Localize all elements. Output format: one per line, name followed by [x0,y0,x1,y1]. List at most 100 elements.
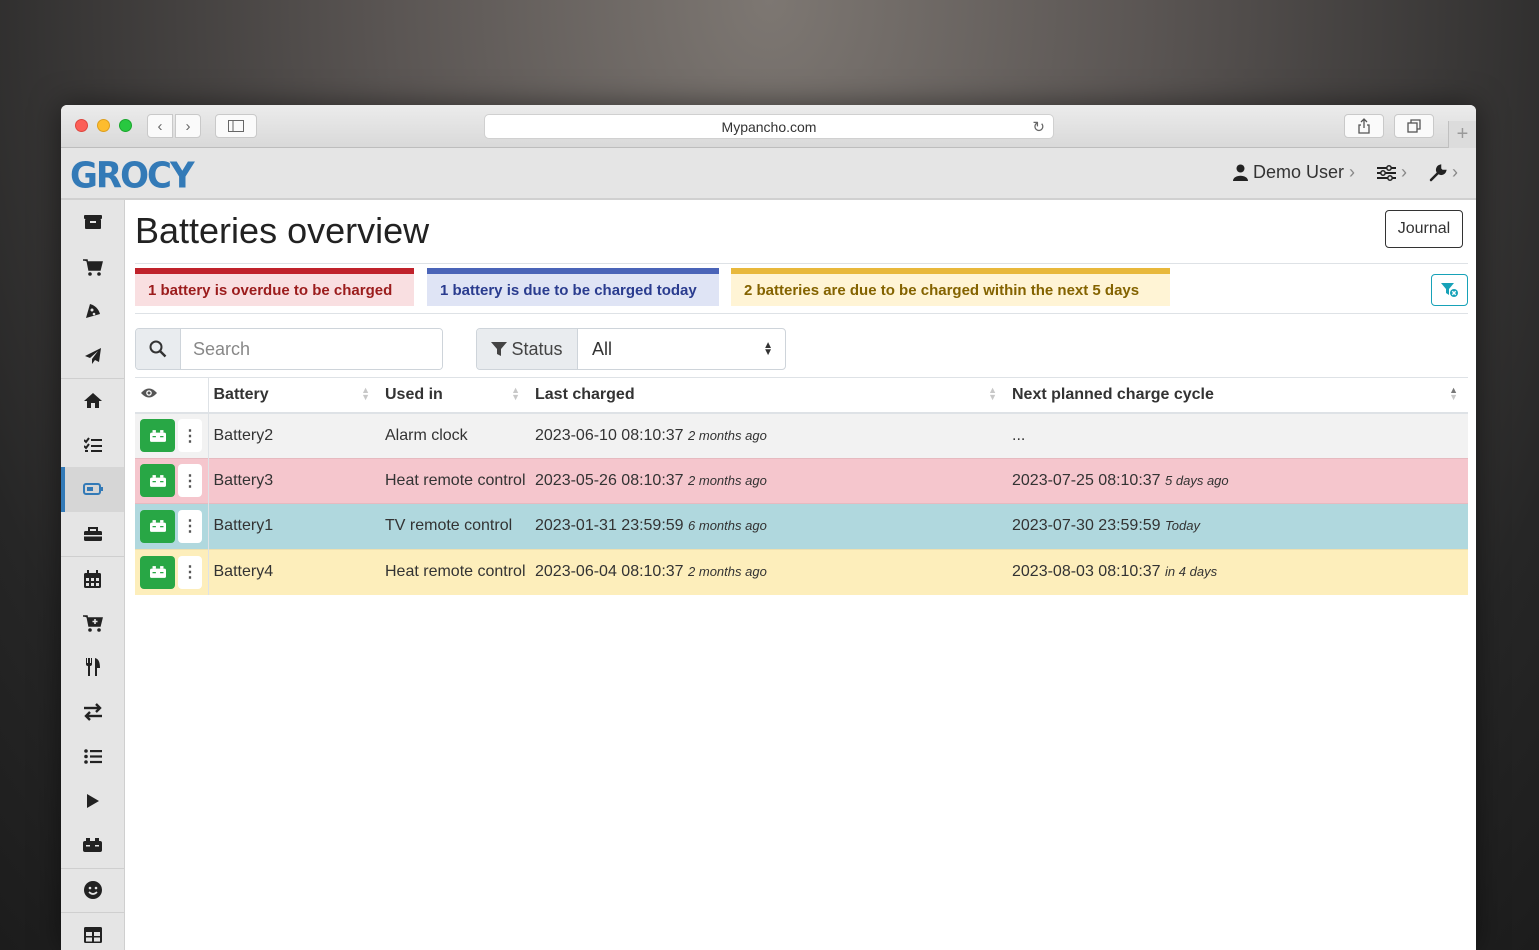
nav-chore-tracking[interactable] [61,779,124,824]
nav-shopping-list[interactable] [61,245,124,290]
table-row[interactable]: ⋮ Battery1 TV remote control 2023-01-31 … [135,503,1468,549]
row-menu-button[interactable]: ⋮ [178,464,202,498]
track-charge-button[interactable] [140,509,175,543]
header-divider [135,263,1468,264]
tools-menu[interactable]: › [1429,162,1458,183]
chevron-right-icon: › [1349,162,1355,182]
track-charge-button[interactable] [140,464,175,498]
smile-icon [83,881,102,900]
user-name: Demo User [1252,162,1344,182]
used-in: Heat remote control [380,548,530,595]
cart-plus-icon [82,615,103,632]
overdue-alert[interactable]: 1 battery is overdue to be charged [135,268,414,306]
status-value: All [592,338,613,359]
relative-time: in 4 days [1165,564,1218,579]
show-tabs-button[interactable] [1394,114,1434,138]
chevron-right-icon: › [185,117,191,135]
sort-icon: ▲ ▼ [361,385,370,402]
car-battery-icon [149,566,166,578]
journal-button[interactable]: Journal [1385,210,1463,248]
address-bar[interactable]: Mypancho.com ↻ [484,114,1054,139]
battery-name: Battery1 [207,503,380,549]
nav-master-data[interactable] [61,912,124,950]
row-menu-button[interactable]: ⋮ [178,555,202,589]
back-button[interactable]: ‹ [147,114,173,138]
column-visibility-header[interactable] [135,377,208,414]
car-battery-icon [149,429,166,442]
next-cycle-column-header[interactable]: Next planned charge cycle ▲ ▼ [1007,377,1468,414]
nav-stock-overview[interactable] [61,200,124,245]
zoom-window-button[interactable] [119,119,132,132]
minimize-window-button[interactable] [97,119,110,132]
track-charge-button[interactable] [140,555,175,589]
last-charged: 2023-01-31 23:59:59 6 months ago [530,503,1007,549]
table-row[interactable]: ⋮ Battery3 Heat remote control 2023-05-2… [135,457,1468,504]
nav-battery-tracking[interactable] [61,823,124,868]
paper-plane-icon [84,347,101,364]
next-cycle: 2023-07-30 23:59:59 Today [1007,503,1468,549]
nav-equipment[interactable] [61,512,124,557]
nav-purchase[interactable] [61,601,124,646]
main-content: Batteries overview Journal 1 battery is … [135,200,1468,950]
track-charge-button[interactable] [140,419,175,452]
nav-inventory[interactable] [61,734,124,779]
row-menu-button[interactable]: ⋮ [178,419,202,452]
user-menu[interactable]: Demo User › [1232,162,1355,183]
url-text: Mypancho.com [721,118,817,135]
row-actions: ⋮ [135,457,208,504]
eye-icon [141,388,157,398]
last-charged-column-header[interactable]: Last charged ▲ ▼ [530,377,1007,414]
battery-column-header[interactable]: Battery ▲ ▼ [207,377,380,414]
due-soon-alert[interactable]: 2 batteries are due to be charged within… [731,268,1170,306]
ellipsis-vertical-icon: ⋮ [182,518,198,536]
forward-button[interactable]: › [175,114,201,138]
nav-transfer[interactable] [61,690,124,735]
car-battery-icon [149,474,166,487]
due-today-alert[interactable]: 1 battery is due to be charged today [427,268,719,306]
play-icon [86,793,99,808]
table-header-row: Battery ▲ ▼ Used in ▲ ▼ Last charged ▲ ▼ Next … [135,377,1468,414]
used-in: Heat remote control [380,457,530,504]
tasks-icon [83,437,102,452]
nav-recipes[interactable] [61,289,124,334]
sliders-icon [1377,164,1396,181]
nav-chores[interactable] [61,378,124,423]
nav-user-entities[interactable] [61,867,124,913]
search-input[interactable] [181,329,442,369]
row-menu-button[interactable]: ⋮ [178,509,202,543]
used-in-column-header[interactable]: Used in ▲ ▼ [380,377,530,414]
ellipsis-vertical-icon: ⋮ [182,564,198,581]
chevron-right-icon: › [1452,162,1458,182]
used-in: Alarm clock [380,412,530,458]
home-icon [83,393,102,409]
status-select[interactable]: All ▲ ▼ [578,329,785,369]
nav-batteries[interactable] [61,467,124,512]
sidebar-toggle-button[interactable] [215,114,257,138]
settings-menu[interactable]: › [1377,162,1407,183]
nav-tasks[interactable] [61,423,124,468]
wrench-icon [1429,163,1447,181]
close-window-button[interactable] [75,119,88,132]
status-filter: Status All ▲ ▼ [476,328,786,370]
header-actions: Demo User › › › [1232,162,1458,183]
grocy-logo[interactable]: GROCY [70,155,195,197]
table-row[interactable]: ⋮ Battery2 Alarm clock 2023-06-10 08:10:… [135,412,1468,458]
filter-icon [491,341,508,356]
battery-name: Battery2 [207,412,380,458]
new-tab-button[interactable]: + [1448,121,1476,148]
nav-meal-plan[interactable] [61,334,124,379]
sidebar-nav [61,200,125,950]
nav-calendar[interactable] [61,556,124,601]
last-charged: 2023-06-10 08:10:37 2 months ago [530,412,1007,458]
sort-icon: ▲ ▼ [511,385,520,402]
battery-icon [82,483,103,496]
share-icon [1358,118,1370,134]
clear-filter-button[interactable] [1431,274,1468,306]
tabs-icon [1407,119,1421,133]
share-button[interactable] [1344,114,1384,138]
nav-consume[interactable] [61,645,124,690]
page-title: Batteries overview [135,210,430,251]
last-charged: 2023-06-04 08:10:37 2 months ago [530,548,1007,595]
table-row[interactable]: ⋮ Battery4 Heat remote control 2023-06-0… [135,548,1468,595]
reload-icon[interactable]: ↻ [1032,118,1045,136]
